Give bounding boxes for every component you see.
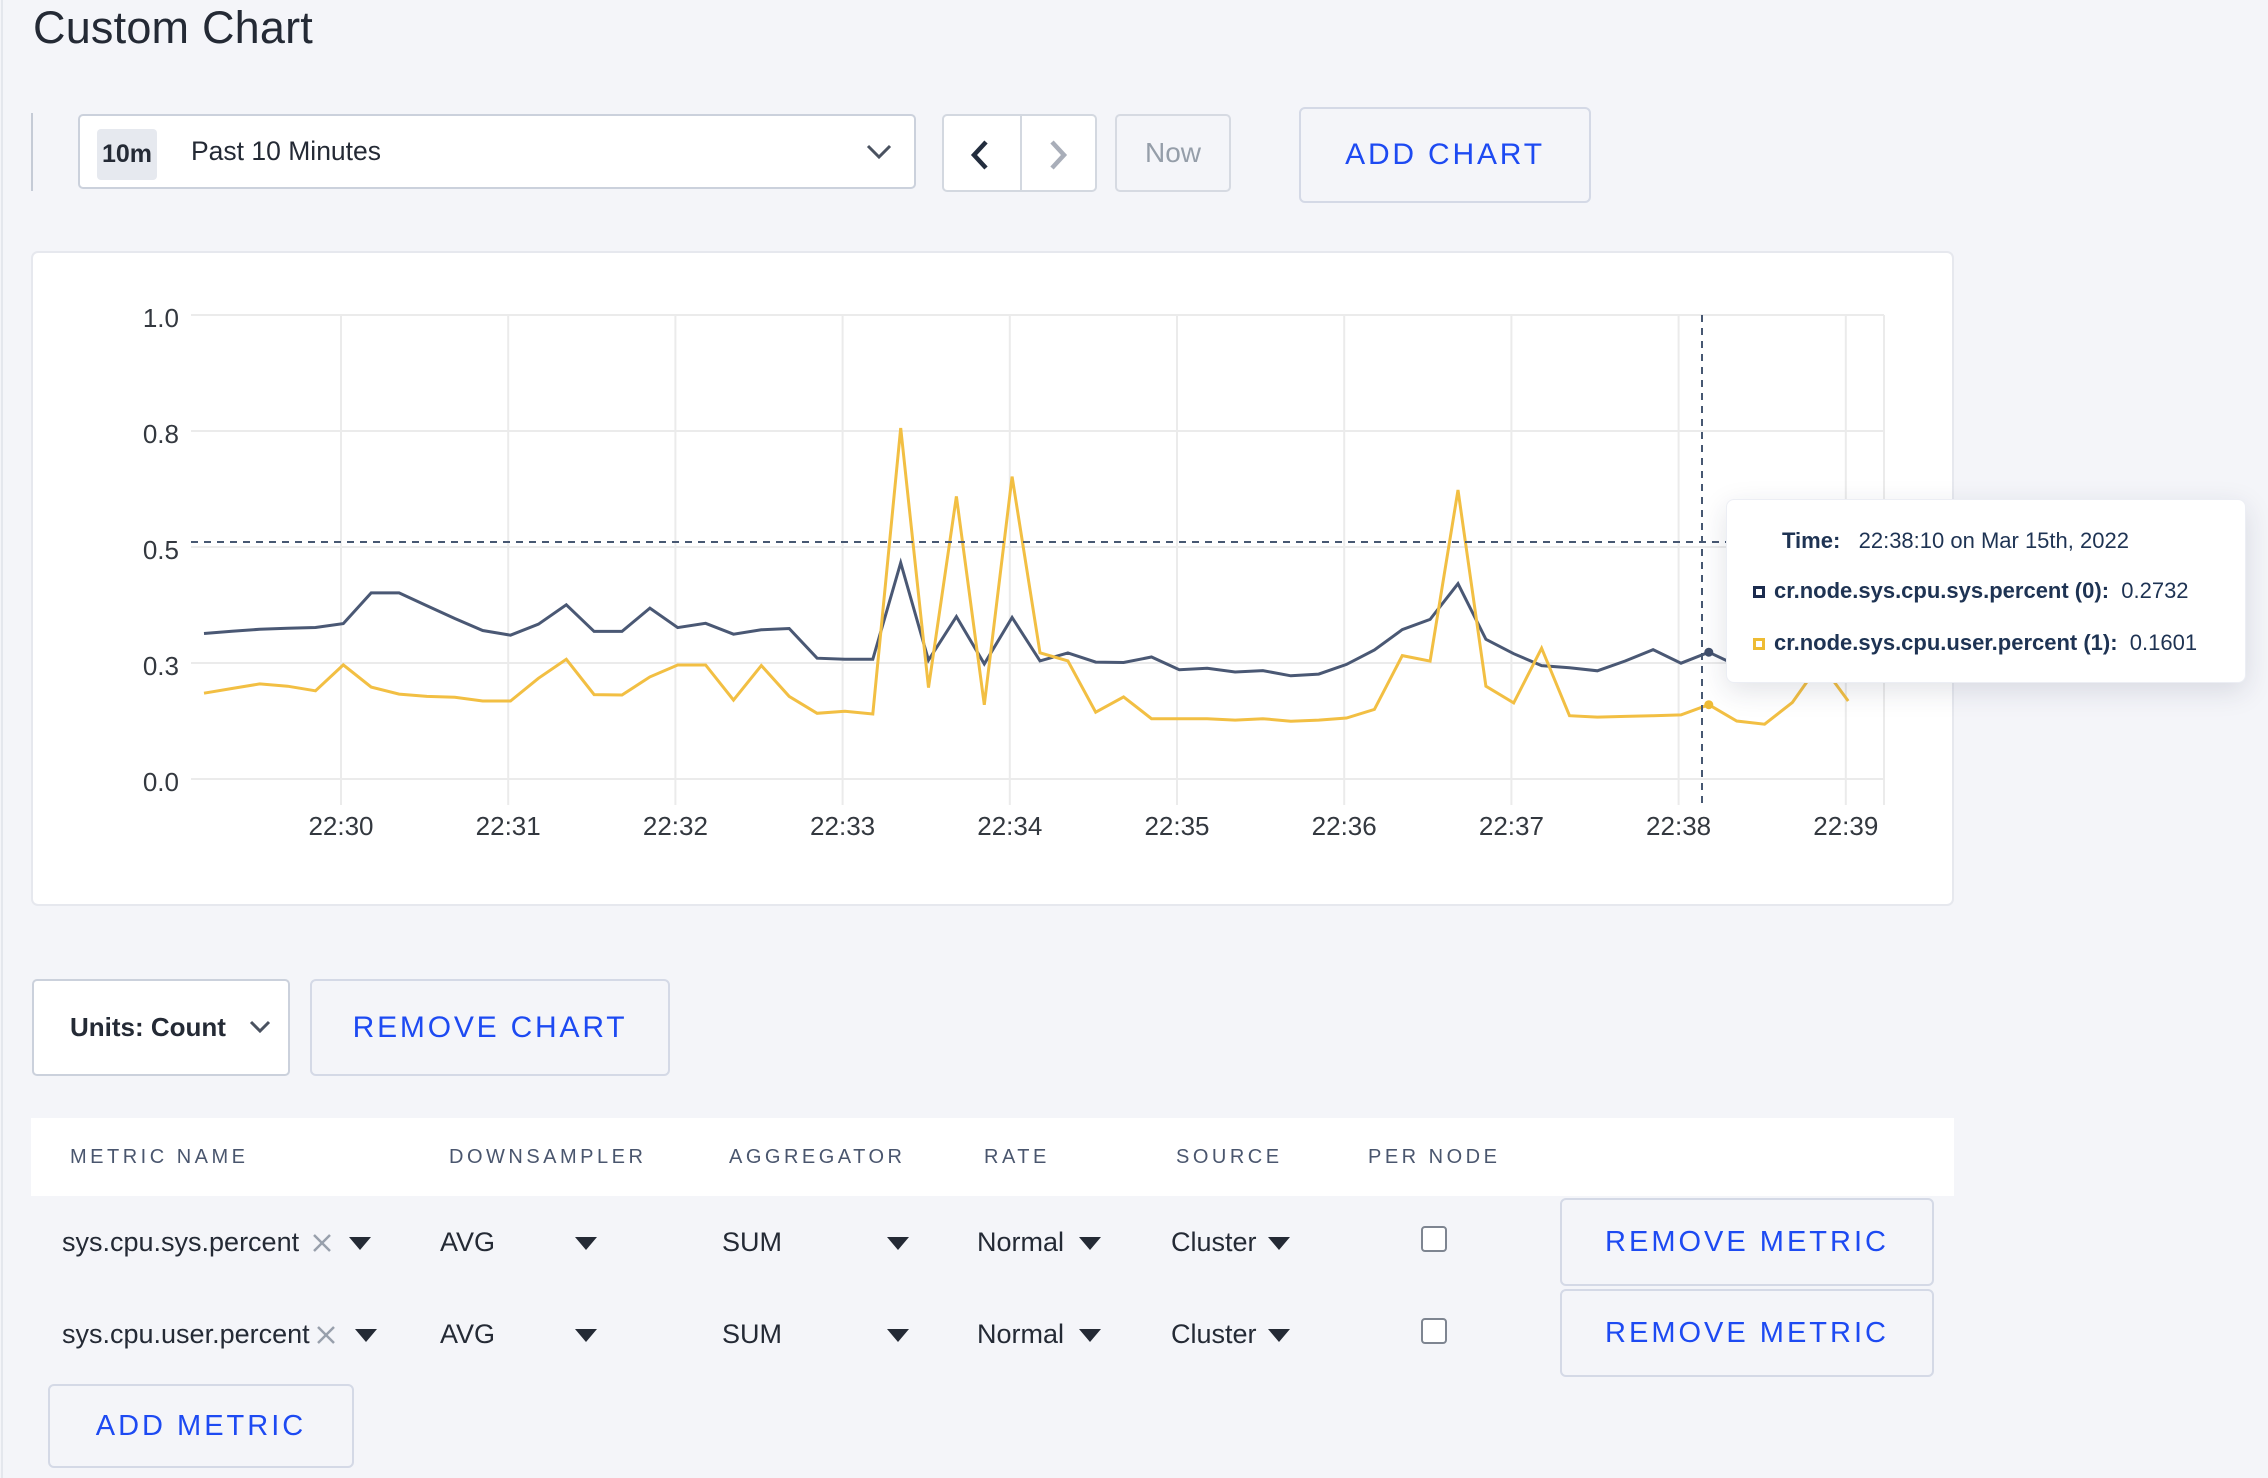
svg-text:22:30: 22:30 — [308, 811, 373, 841]
svg-text:22:32: 22:32 — [643, 811, 708, 841]
svg-text:22:35: 22:35 — [1144, 811, 1209, 841]
svg-text:0.8: 0.8 — [143, 419, 179, 449]
svg-text:22:34: 22:34 — [977, 811, 1042, 841]
svg-text:22:39: 22:39 — [1813, 811, 1878, 841]
svg-text:0.3: 0.3 — [143, 651, 179, 681]
svg-text:22:38: 22:38 — [1646, 811, 1711, 841]
svg-text:0.0: 0.0 — [143, 767, 179, 797]
svg-text:1.0: 1.0 — [143, 303, 179, 333]
svg-text:22:37: 22:37 — [1479, 811, 1544, 841]
svg-text:22:36: 22:36 — [1312, 811, 1377, 841]
svg-text:22:33: 22:33 — [810, 811, 875, 841]
svg-text:22:31: 22:31 — [476, 811, 541, 841]
svg-text:0.5: 0.5 — [143, 535, 179, 565]
